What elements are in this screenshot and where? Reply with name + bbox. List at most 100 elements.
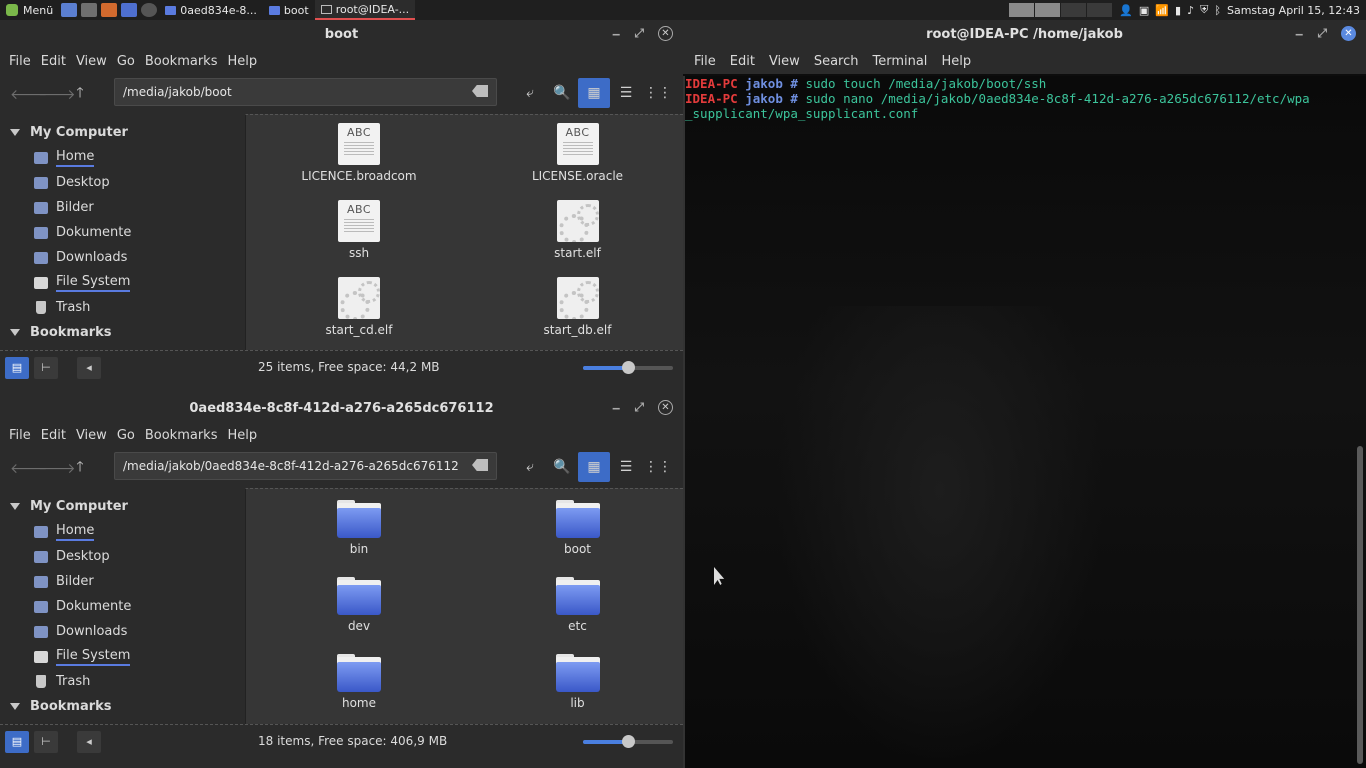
sidebar-item-file-system[interactable]: File System <box>0 270 245 295</box>
file-item[interactable]: ABC LICENCE.broadcom <box>246 123 472 193</box>
icon-view-icon[interactable]: ▦ <box>578 452 610 482</box>
location-input[interactable]: /media/jakob/boot <box>114 78 497 106</box>
minimize-icon[interactable]: ‒ <box>612 401 620 415</box>
menu-go[interactable]: Go <box>116 428 144 443</box>
menu-terminal[interactable]: Terminal <box>871 54 940 69</box>
sidebar-item-bilder[interactable]: Bilder <box>0 195 245 220</box>
menu-file[interactable]: File <box>8 54 40 69</box>
location-input[interactable]: /media/jakob/0aed834e-8c8f-412d-a276-a26… <box>114 452 497 480</box>
sidebar-item-trash[interactable]: Trash <box>0 295 245 320</box>
zoom-slider-handle[interactable] <box>622 361 635 374</box>
sidebar-heading-my-computer[interactable]: My Computer <box>0 494 245 519</box>
menu-go[interactable]: Go <box>116 54 144 69</box>
close-icon[interactable]: ✕ <box>658 26 673 41</box>
window-titlebar[interactable]: 0aed834e-8c8f-412d-a276-a265dc676112 ‒ ⤢… <box>0 394 683 422</box>
workspace-2[interactable] <box>1035 3 1062 17</box>
sidebar-item-desktop[interactable]: Desktop <box>0 544 245 569</box>
file-item[interactable]: start_db.elf <box>472 277 683 347</box>
file-item[interactable]: start.elf <box>472 200 683 270</box>
maximize-icon[interactable]: ⤢ <box>1317 26 1327 41</box>
taskbar-item-terminal[interactable]: root@IDEA-... <box>314 0 416 20</box>
menu-view[interactable]: View <box>75 54 116 69</box>
menu-view[interactable]: View <box>75 428 116 443</box>
menu-edit[interactable]: Edit <box>729 54 768 69</box>
show-desktop-icon[interactable] <box>61 3 78 17</box>
icon-view-icon[interactable]: ▦ <box>578 78 610 108</box>
back-arrow-icon[interactable]: 🡐 <box>10 460 48 477</box>
sidebar-item-home[interactable]: Home <box>0 519 245 544</box>
file-item[interactable]: ABC LICENSE.oracle <box>472 123 683 193</box>
sidebar-item-dokumente[interactable]: Dokumente <box>0 220 245 245</box>
folder-item[interactable]: boot <box>472 497 683 567</box>
folder-item[interactable]: bin <box>246 497 472 567</box>
hide-sidebar-icon[interactable]: ◂ <box>77 730 101 753</box>
zoom-slider-handle[interactable] <box>622 735 635 748</box>
up-arrow-icon[interactable]: 🡑 <box>66 82 94 106</box>
clock[interactable]: Samstag April 15, 12:43 <box>1227 4 1366 17</box>
menu-help[interactable]: Help <box>226 428 266 443</box>
workspace-3[interactable] <box>1061 3 1088 17</box>
workspace-switcher[interactable] <box>1009 3 1114 17</box>
taskbar-item-boot[interactable]: boot <box>263 0 315 20</box>
file-pane[interactable]: ABC LICENCE.broadcom ABC LICENSE.oracle … <box>245 114 683 350</box>
sidebar-item-downloads[interactable]: Downloads <box>0 245 245 270</box>
sidebar-item-file-system[interactable]: File System <box>0 644 245 669</box>
up-arrow-icon[interactable]: 🡑 <box>66 456 94 480</box>
places-toggle-icon[interactable]: ▤ <box>5 730 29 753</box>
menu-bookmarks[interactable]: Bookmarks <box>144 54 227 69</box>
tree-toggle-icon[interactable]: ⊢ <box>34 730 58 753</box>
sidebar-heading-bookmarks[interactable]: Bookmarks <box>0 694 245 719</box>
maximize-icon[interactable]: ⤢ <box>634 400 644 415</box>
clear-location-icon[interactable] <box>472 459 488 471</box>
sidebar-item-home[interactable]: Home <box>0 145 245 170</box>
minimize-icon[interactable]: ‒ <box>612 27 620 41</box>
maximize-icon[interactable]: ⤢ <box>634 26 644 41</box>
file-pane[interactable]: bin boot dev etc home lib <box>245 488 683 724</box>
search-icon[interactable]: 🔍 <box>546 452 578 482</box>
clear-location-icon[interactable] <box>472 85 488 97</box>
window-titlebar[interactable]: root@IDEA-PC /home/jakob ‒ ⤢ ✕ <box>683 20 1366 48</box>
toggle-location-icon[interactable]: ⤶ <box>514 452 546 482</box>
updates-icon[interactable]: ▣ <box>1139 4 1149 17</box>
hide-sidebar-icon[interactable]: ◂ <box>77 356 101 379</box>
menu-edit[interactable]: Edit <box>40 54 75 69</box>
terminal-screen[interactable]: IDEA-PC jakob # sudo touch /media/jakob/… <box>683 76 1366 768</box>
search-icon[interactable]: 🔍 <box>546 78 578 108</box>
list-view-icon[interactable]: ☰ <box>610 452 642 482</box>
back-arrow-icon[interactable]: 🡐 <box>10 86 48 103</box>
file-item[interactable]: ABC ssh <box>246 200 472 270</box>
sidebar-heading-my-computer[interactable]: My Computer <box>0 120 245 145</box>
close-icon[interactable]: ✕ <box>1341 26 1356 41</box>
files-icon[interactable] <box>121 3 138 17</box>
menu-file[interactable]: File <box>8 428 40 443</box>
menu-help[interactable]: Help <box>226 54 266 69</box>
forward-arrow-icon[interactable]: 🡒 <box>38 460 76 477</box>
sidebar-item-desktop[interactable]: Desktop <box>0 170 245 195</box>
user-icon[interactable]: 👤 <box>1119 4 1133 17</box>
menu-view[interactable]: View <box>768 54 813 69</box>
sidebar-item-bilder[interactable]: Bilder <box>0 569 245 594</box>
places-toggle-icon[interactable]: ▤ <box>5 356 29 379</box>
firefox-icon[interactable] <box>101 3 118 17</box>
folder-item[interactable]: dev <box>246 574 472 644</box>
close-icon[interactable]: ✕ <box>658 400 673 415</box>
list-view-icon[interactable]: ☰ <box>610 78 642 108</box>
workspace-1[interactable] <box>1009 3 1036 17</box>
compact-view-icon[interactable]: ⋮⋮ <box>642 452 674 482</box>
sidebar-item-trash[interactable]: Trash <box>0 669 245 694</box>
folder-item[interactable]: lib <box>472 651 683 721</box>
menu-help[interactable]: Help <box>940 54 984 69</box>
sidebar-item-downloads[interactable]: Downloads <box>0 619 245 644</box>
folder-item[interactable]: home <box>246 651 472 721</box>
file-item[interactable]: start_cd.elf <box>246 277 472 347</box>
forward-arrow-icon[interactable]: 🡒 <box>38 86 76 103</box>
tree-toggle-icon[interactable]: ⊢ <box>34 356 58 379</box>
menu-search[interactable]: Search <box>813 54 872 69</box>
terminal-scrollbar[interactable] <box>1357 446 1363 764</box>
calculator-icon[interactable] <box>81 3 98 17</box>
folder-item[interactable]: etc <box>472 574 683 644</box>
menu-edit[interactable]: Edit <box>40 428 75 443</box>
sound-icon[interactable]: ♪ <box>1187 4 1194 17</box>
sidebar-heading-bookmarks[interactable]: Bookmarks <box>0 320 245 345</box>
compact-view-icon[interactable]: ⋮⋮ <box>642 78 674 108</box>
